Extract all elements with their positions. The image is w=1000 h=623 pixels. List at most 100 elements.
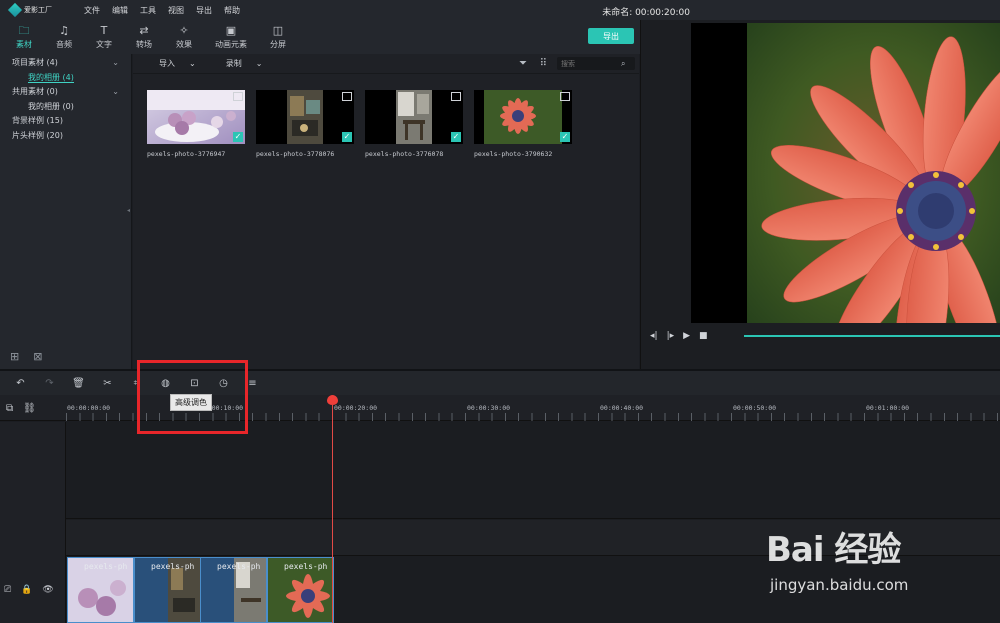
library-item-project-media[interactable]: 项目素材 (4) ⌄ xyxy=(0,56,131,71)
timeline-clip[interactable]: pexels-ph xyxy=(67,557,134,623)
adjust-icon[interactable]: ≡ xyxy=(238,378,267,389)
new-folder-icon[interactable]: ⊞ xyxy=(10,350,19,363)
cut-icon[interactable]: ✂ xyxy=(93,378,122,389)
media-thumbnail: ✓ xyxy=(474,90,572,144)
speed-icon[interactable]: ◷ xyxy=(209,378,238,389)
timecode-label: 00:00:00:00 xyxy=(67,404,111,412)
search-icon[interactable]: ⌕ xyxy=(621,59,625,69)
menu-view[interactable]: 视图 xyxy=(168,5,184,16)
mosaic-icon[interactable]: ⊡ xyxy=(180,378,209,389)
stop-icon[interactable]: ■ xyxy=(699,331,708,341)
baidu-watermark: Bai 经验 jingyan.baidu.com xyxy=(760,512,960,602)
tab-label: 动画元素 xyxy=(215,40,247,49)
project-name: 未命名: 00:00:20:00 xyxy=(602,8,690,18)
filter-icon[interactable]: ⏷ xyxy=(519,58,527,69)
lock-icon[interactable]: 🔒 xyxy=(21,585,32,595)
tab-text[interactable]: T 文字 xyxy=(84,20,124,54)
text-icon: T xyxy=(100,24,108,37)
delete-icon[interactable]: 🗑 xyxy=(64,378,93,389)
clip-label: pexels-ph xyxy=(284,562,328,571)
library-panel: 项目素材 (4) ⌄ 我的相册 (4) 共用素材 (0) ⌄ 我的相册 (0) … xyxy=(0,54,132,369)
effects-icon: ✧ xyxy=(179,24,189,37)
media-thumbnail: ✓ xyxy=(256,90,354,144)
video-track-controls: ⎚ 🔒 👁 xyxy=(4,585,54,595)
menu-tools[interactable]: 工具 xyxy=(140,5,156,16)
timeline-clip[interactable]: pexels-ph xyxy=(134,557,201,623)
clip-label: pexels-ph xyxy=(151,562,195,571)
undo-icon[interactable]: ↶ xyxy=(6,378,35,389)
image-icon: ▣ xyxy=(225,24,237,37)
title-bar: 爱影工厂 文件 编辑 工具 视图 导出 帮助 未命名: 00:00:20:00 xyxy=(0,0,1000,20)
tab-split-screen[interactable]: ◫ 分屏 xyxy=(258,20,298,54)
media-item[interactable]: ✓ pexels-photo-3790632 xyxy=(474,90,572,158)
media-panel: 导入 ⌄ 录制 ⌄ ⏷ ⠿ ⌕ xyxy=(133,54,639,369)
playhead-handle[interactable] xyxy=(327,395,338,405)
tab-animation[interactable]: ▣ 动画元素 xyxy=(204,20,258,54)
transition-icon: ⇄ xyxy=(139,24,149,37)
app-logo: 爱影工厂 xyxy=(7,2,70,18)
menu-file[interactable]: 文件 xyxy=(84,5,100,16)
tab-effects[interactable]: ✧ 效果 xyxy=(164,20,204,54)
timeline-clip[interactable]: pexels-ph xyxy=(267,557,334,623)
timecode-label: 00:00:50:00 xyxy=(733,404,777,412)
redo-icon[interactable]: ↷ xyxy=(35,378,64,389)
tab-transition[interactable]: ⇄ 转场 xyxy=(124,20,164,54)
tab-label: 转场 xyxy=(136,40,152,49)
export-button[interactable]: 导出 xyxy=(588,28,634,44)
prev-frame-icon[interactable]: ◂| xyxy=(650,331,658,341)
tab-label: 分屏 xyxy=(270,40,286,49)
library-footer: ⊞ ⊠ xyxy=(10,350,42,363)
library-item-label: 项目素材 (4) xyxy=(12,58,58,67)
library-item-label: 我的相册 (0) xyxy=(28,101,74,111)
playback-progress[interactable] xyxy=(744,335,1000,337)
delete-folder-icon[interactable]: ⊠ xyxy=(33,350,42,363)
tab-audio[interactable]: ♫ 音频 xyxy=(44,20,84,54)
folder-icon: 🗀 xyxy=(18,24,30,37)
color-grading-icon[interactable]: ◍ xyxy=(151,378,180,389)
add-track-icon[interactable]: ⧉ xyxy=(6,403,13,414)
preview-panel: ◂| |▸ ▶ ■ xyxy=(640,20,1000,369)
tab-label: 素材 xyxy=(16,40,32,49)
track-lane[interactable] xyxy=(66,422,1000,519)
timeline-ruler[interactable]: ⧉ ⛓ 00:00:00:00 00:00:10:00 00:00:20:00 … xyxy=(0,395,1000,421)
timeline-clip[interactable]: pexels-ph xyxy=(200,557,267,623)
watermark-text: Bai 经验 xyxy=(766,530,901,570)
media-item[interactable]: ✓ pexels-photo-3778076 xyxy=(256,90,354,158)
library-item-background-samples[interactable]: 背景样例 (15) xyxy=(0,114,131,129)
play-icon[interactable]: ▶ xyxy=(683,331,690,341)
media-thumbnail: ✓ xyxy=(147,90,245,144)
record-dropdown[interactable]: 录制 ⌄ xyxy=(226,58,263,69)
check-icon: ✓ xyxy=(560,132,570,142)
chevron-down-icon: ⌄ xyxy=(255,59,263,68)
eye-icon[interactable]: 👁 xyxy=(42,585,53,595)
import-label: 导入 xyxy=(159,59,175,68)
import-dropdown[interactable]: 导入 ⌄ xyxy=(159,58,196,69)
grid-view-icon[interactable]: ⠿ xyxy=(540,58,547,69)
link-icon[interactable]: ⛓ xyxy=(23,403,36,414)
tab-media[interactable]: 🗀 素材 xyxy=(4,20,44,54)
library-item-my-album[interactable]: 我的相册 (4) xyxy=(0,71,131,86)
chevron-down-icon[interactable]: ⌄ xyxy=(112,85,119,100)
playhead-line xyxy=(332,405,333,623)
chevron-down-icon[interactable]: ⌄ xyxy=(112,56,119,71)
menu-help[interactable]: 帮助 xyxy=(224,5,240,16)
collapse-handle-icon[interactable]: ◂ xyxy=(127,207,130,214)
crop-icon[interactable]: ⌗ xyxy=(122,378,151,389)
ruler-ticks xyxy=(66,413,1000,421)
timecode-label: 00:00:20:00 xyxy=(334,404,378,412)
clip-label: pexels-ph xyxy=(84,562,128,571)
timecode-label: 00:00:40:00 xyxy=(600,404,644,412)
next-frame-icon[interactable]: |▸ xyxy=(667,331,675,341)
split-screen-icon: ◫ xyxy=(272,24,284,37)
search-input[interactable] xyxy=(557,59,621,68)
menu-export[interactable]: 导出 xyxy=(196,5,212,16)
media-item[interactable]: ✓ pexels-photo-3776078 xyxy=(365,90,463,158)
check-icon: ✓ xyxy=(233,132,243,142)
library-item-shared-album[interactable]: 我的相册 (0) xyxy=(0,100,131,115)
chevron-down-icon: ⌄ xyxy=(189,59,196,68)
library-item-intro-samples[interactable]: 片头样例 (20) xyxy=(0,129,131,144)
check-icon: ✓ xyxy=(451,132,461,142)
menu-edit[interactable]: 编辑 xyxy=(112,5,128,16)
media-item[interactable]: ✓ pexels-photo-3776947 xyxy=(147,90,245,158)
library-item-shared-media[interactable]: 共用素材 (0) ⌄ xyxy=(0,85,131,100)
